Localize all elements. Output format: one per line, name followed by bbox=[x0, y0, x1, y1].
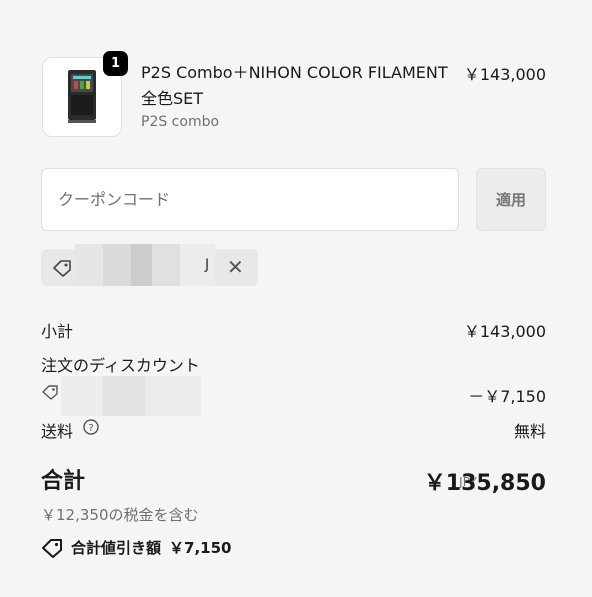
coupon-input[interactable] bbox=[41, 168, 459, 231]
redacted-discount-code bbox=[61, 376, 201, 416]
product-name: P2S Combo＋NIHON COLOR FILAMENT 全色SET bbox=[141, 63, 448, 108]
shipping-label: 送料 bbox=[41, 422, 74, 441]
total-label: 合計 bbox=[41, 469, 86, 494]
product-price: ￥143,000 bbox=[463, 65, 546, 84]
coupon-code-fragment: J bbox=[205, 257, 210, 273]
help-icon[interactable]: ? bbox=[82, 418, 100, 436]
subtotal-value: ￥143,000 bbox=[463, 322, 546, 341]
total-savings: 合計値引き額 ￥7,150 bbox=[41, 537, 231, 558]
tax-note: ￥12,350の税金を含む bbox=[41, 506, 199, 524]
shipping-value: 無料 bbox=[513, 422, 546, 441]
svg-text:?: ? bbox=[88, 423, 93, 434]
redacted-coupon-code bbox=[75, 244, 215, 286]
tag-icon bbox=[53, 260, 71, 277]
savings-label: 合計値引き額 bbox=[71, 539, 162, 557]
savings-value: ￥7,150 bbox=[169, 539, 232, 557]
tag-icon bbox=[42, 385, 58, 400]
discount-value: －￥7,150 bbox=[468, 387, 546, 406]
subtotal-label: 小計 bbox=[41, 322, 74, 341]
quantity-badge: 1 bbox=[103, 51, 128, 76]
discount-label: 注文のディスカウント bbox=[41, 356, 200, 375]
remove-coupon-icon[interactable]: ✕ bbox=[227, 256, 244, 278]
apply-coupon-button[interactable]: 適用 bbox=[476, 168, 546, 231]
tag-icon bbox=[42, 538, 62, 558]
total-value: ￥135,850 bbox=[423, 471, 546, 496]
product-variant: P2S combo bbox=[141, 114, 220, 130]
